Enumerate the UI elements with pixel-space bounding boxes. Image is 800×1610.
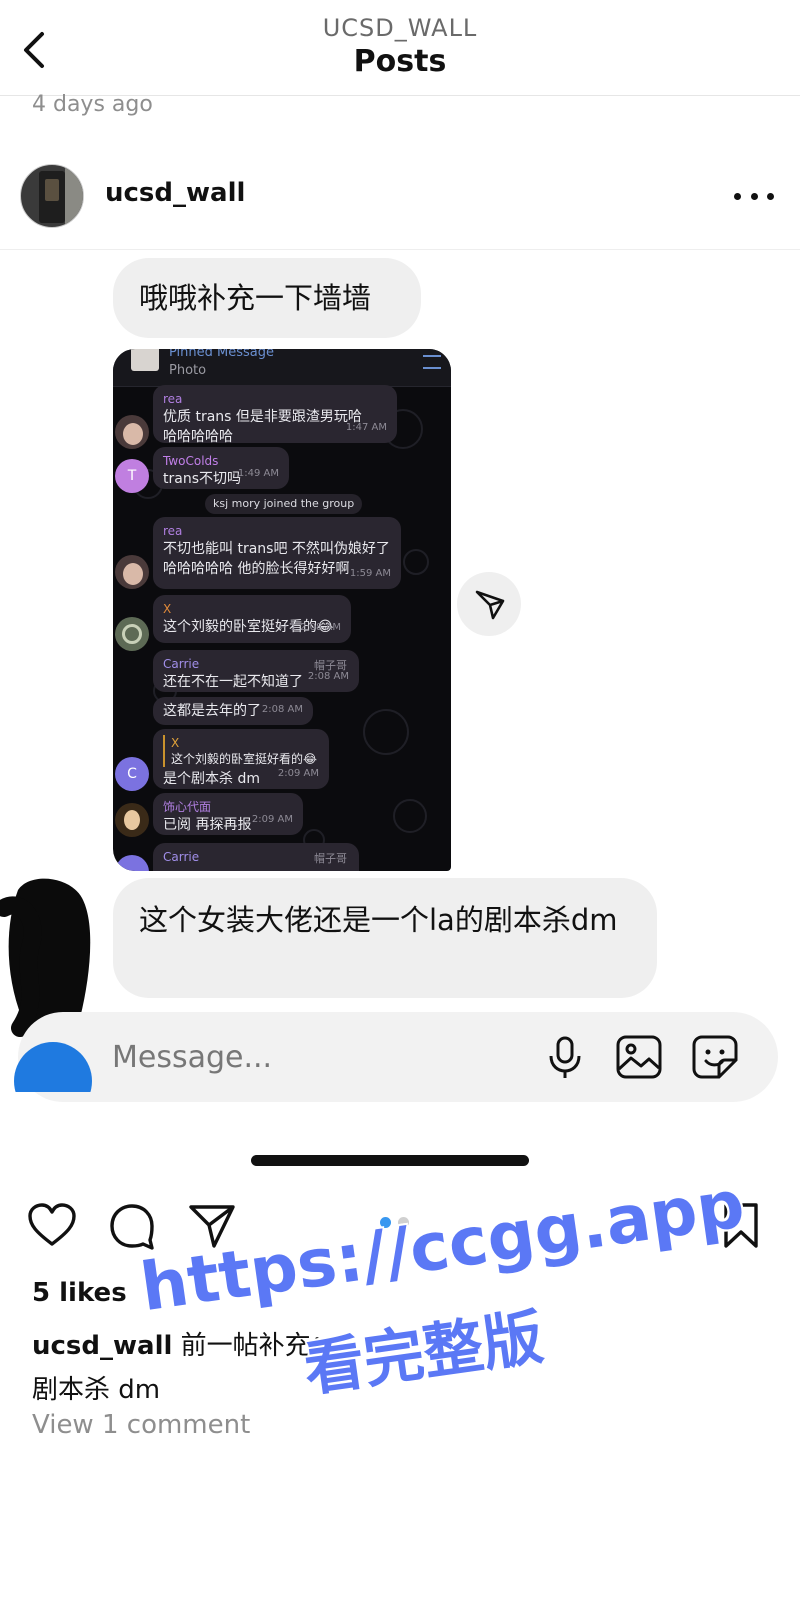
system-message: ksj mory joined the group xyxy=(205,494,363,514)
pinned-subtitle: Photo xyxy=(169,363,207,378)
message-input[interactable] xyxy=(112,1032,512,1082)
sticker-button[interactable] xyxy=(690,1032,740,1082)
chat-message: Carrie 帽子哥 还在不在一起不知道了 2:08 AM xyxy=(153,650,359,692)
message-time: 2:08 AM xyxy=(307,671,349,682)
chat-message: 这都是去年的了 2:08 AM xyxy=(153,697,313,725)
microphone-icon xyxy=(549,1036,581,1078)
view-comments-link[interactable]: View 1 comment xyxy=(32,1410,250,1440)
heart-icon xyxy=(28,1203,76,1246)
chat-message: TwoColds trans不切吗 1:49 AM xyxy=(153,447,289,489)
avatar xyxy=(115,803,149,837)
avatar xyxy=(115,555,149,589)
message-composer xyxy=(14,1012,778,1102)
avatar: C xyxy=(115,757,149,791)
author-avatar[interactable] xyxy=(20,164,84,228)
page-title: Posts xyxy=(353,44,447,79)
more-dot xyxy=(734,192,741,200)
chat-message: rea 优质 trans 但是非要跟渣男玩哈哈哈哈哈哈 1:47 AM xyxy=(153,385,397,445)
author-username[interactable]: ucsd_wall xyxy=(105,178,245,208)
time: 2:08 AM xyxy=(299,622,341,633)
chat-message: Carrie 帽子哥 xyxy=(153,843,359,871)
dm-shared-screenshot: Pinned Message Photo rea 优质 trans 但是非要跟渣… xyxy=(113,349,451,871)
more-dot xyxy=(767,192,774,200)
sticker-icon xyxy=(692,1035,738,1079)
more-options-button[interactable] xyxy=(734,184,774,208)
comment-button[interactable] xyxy=(106,1200,158,1252)
chat-message: X 这个刘毅的卧室挺好看的😂 ↩ 1 2:08 AM xyxy=(153,595,351,643)
message-time: 2:08 AM xyxy=(261,704,303,715)
pinned-message-bar: Pinned Message Photo xyxy=(113,349,451,387)
share-media-button[interactable] xyxy=(457,572,521,636)
dm-bubble-text: 这个女装大佬还是一个la的剧本杀dm xyxy=(113,878,657,998)
dm-bubble-text: 哦哦补充一下墙墙 xyxy=(113,258,421,338)
send-icon xyxy=(475,590,505,620)
reply-quote: X 这个刘毅的卧室挺好看的😂 xyxy=(163,735,319,767)
sender-tag: 帽子哥 xyxy=(314,852,347,865)
gallery-button[interactable] xyxy=(614,1032,664,1082)
message-text: 优质 trans 但是非要跟渣男玩哈哈哈哈哈哈 xyxy=(163,409,362,445)
sender-name: X xyxy=(163,602,172,616)
top-nav-bar: UCSD_WALL Posts xyxy=(0,0,800,96)
pinned-title: Pinned Message xyxy=(169,349,275,360)
voice-message-button[interactable] xyxy=(540,1032,590,1082)
sender-name: rea xyxy=(163,524,183,538)
reply-count: 1 xyxy=(290,622,297,633)
camera-button[interactable] xyxy=(14,1042,92,1092)
avatar xyxy=(115,617,149,651)
avatar xyxy=(115,855,149,871)
home-indicator xyxy=(251,1155,529,1166)
message-time: 1:49 AM xyxy=(237,468,279,479)
comment-icon xyxy=(110,1204,154,1250)
chat-message: X 这个刘毅的卧室挺好看的😂 是个剧本杀 dm 2:09 AM xyxy=(153,729,329,789)
more-dot xyxy=(750,192,758,200)
caption-username[interactable]: ucsd_wall xyxy=(32,1331,172,1361)
chat-message: rea 不切也能叫 trans吧 不然叫伪娘好了哈哈哈哈哈 他的脸长得好好啊 1… xyxy=(153,517,401,589)
message-time: 1:59 AM xyxy=(349,568,391,579)
image-icon xyxy=(616,1035,662,1079)
message-time: 2:09 AM xyxy=(251,814,293,825)
post-header: ucsd_wall xyxy=(0,150,800,250)
chat-message: 饰心代面 已阅 再探再报 2:09 AM xyxy=(153,793,303,835)
sender-name: rea xyxy=(163,392,183,406)
message-time: 2:09 AM xyxy=(277,768,319,779)
avatar: T xyxy=(115,459,149,493)
like-button[interactable] xyxy=(26,1200,78,1252)
message-time: ↩ 1 2:08 AM xyxy=(278,622,341,633)
like-count[interactable]: 5 likes xyxy=(32,1278,127,1308)
account-name-subtitle: UCSD_WALL xyxy=(322,14,478,42)
previous-post-timestamp: 4 days ago xyxy=(32,92,153,117)
pinned-list-icon xyxy=(423,355,441,369)
avatar xyxy=(115,415,149,449)
message-time: 1:47 AM xyxy=(345,422,387,433)
post-page: UCSD_WALL Posts 4 days ago ucsd_wall 哦哦补… xyxy=(0,0,800,1610)
pinned-thumbnail xyxy=(131,349,159,371)
quote-name: X xyxy=(171,736,180,750)
